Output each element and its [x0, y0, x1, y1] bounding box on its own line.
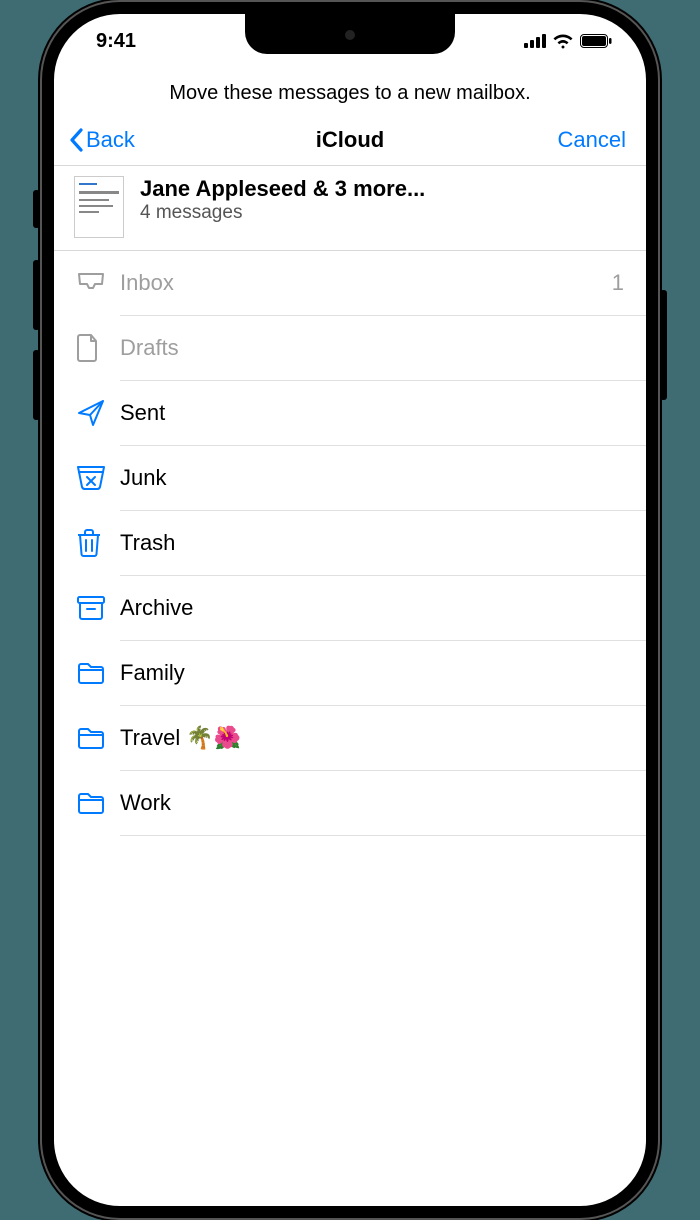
- mailbox-label: Junk: [120, 465, 624, 491]
- selection-subtitle: 4 messages: [140, 202, 626, 224]
- inbox-icon: [76, 271, 120, 295]
- status-time: 9:41: [96, 30, 136, 53]
- screen: 9:41 Move these messages to a new mailbo…: [54, 14, 646, 1206]
- archive-icon: [76, 595, 120, 621]
- mailbox-label: Work: [120, 790, 624, 816]
- message-thumbnail: [74, 176, 124, 238]
- mailbox-label: Drafts: [120, 335, 624, 361]
- back-button[interactable]: Back: [68, 127, 135, 153]
- mailbox-count: 1: [612, 270, 624, 296]
- selection-summary: Jane Appleseed & 3 more... 4 messages: [54, 166, 646, 250]
- mailbox-row-trash[interactable]: Trash: [54, 511, 646, 575]
- chevron-left-icon: [68, 128, 86, 152]
- back-label: Back: [86, 127, 135, 153]
- navigation-bar: Back iCloud Cancel: [54, 127, 646, 165]
- mailbox-row-archive[interactable]: Archive: [54, 576, 646, 640]
- mailbox-row-travel[interactable]: Travel 🌴🌺: [54, 706, 646, 770]
- trash-icon: [76, 528, 120, 558]
- mailbox-label: Trash: [120, 530, 624, 556]
- mailbox-label: Family: [120, 660, 624, 686]
- cancel-button[interactable]: Cancel: [558, 127, 626, 153]
- instruction-text: Move these messages to a new mailbox.: [54, 68, 646, 127]
- mailbox-label: Archive: [120, 595, 624, 621]
- notch: [245, 14, 455, 54]
- mailbox-label: Travel 🌴🌺: [120, 725, 624, 751]
- folder-icon: [76, 726, 120, 750]
- mailbox-row-drafts: Drafts: [54, 316, 646, 380]
- folder-icon: [76, 661, 120, 685]
- battery-icon: [580, 34, 612, 48]
- folder-icon: [76, 791, 120, 815]
- mailbox-row-sent[interactable]: Sent: [54, 381, 646, 445]
- mailbox-row-work[interactable]: Work: [54, 771, 646, 835]
- mailbox-label: Sent: [120, 400, 624, 426]
- mailbox-row-junk[interactable]: Junk: [54, 446, 646, 510]
- doc-icon: [76, 333, 120, 363]
- mailbox-row-inbox: Inbox1: [54, 251, 646, 315]
- wifi-icon: [552, 33, 574, 49]
- separator: [120, 835, 646, 836]
- mailbox-list: Inbox1 Drafts Sent Junk Trash Archive Family Tr…: [54, 251, 646, 836]
- send-icon: [76, 398, 120, 428]
- mailbox-label: Inbox: [120, 270, 612, 296]
- junk-icon: [76, 465, 120, 491]
- phone-frame: 9:41 Move these messages to a new mailbo…: [40, 0, 660, 1220]
- mailbox-row-family[interactable]: Family: [54, 641, 646, 705]
- cellular-icon: [524, 34, 546, 48]
- selection-title: Jane Appleseed & 3 more...: [140, 176, 626, 202]
